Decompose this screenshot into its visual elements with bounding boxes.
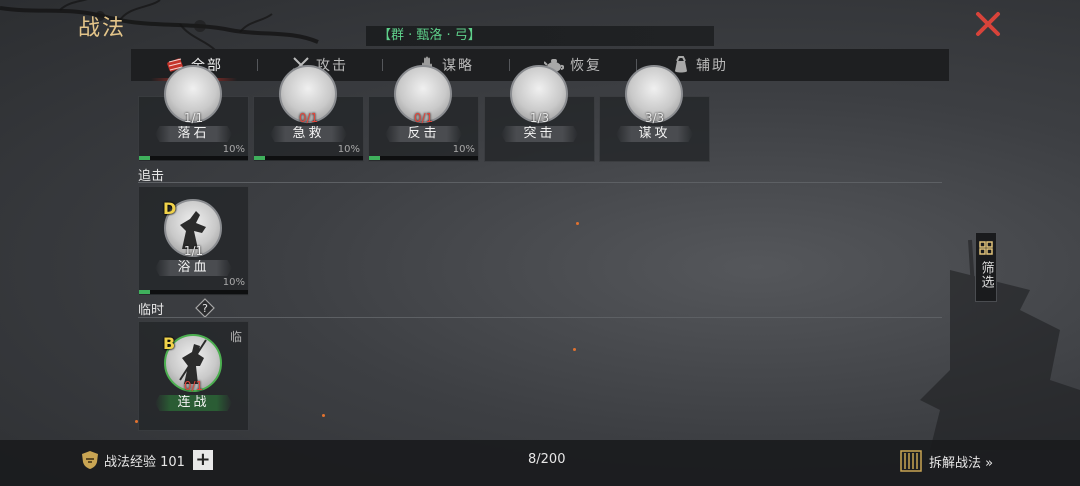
ember: [322, 414, 325, 417]
section-label-temporary: 临时: [138, 303, 165, 318]
temporary-tag: 临: [229, 330, 242, 344]
filter-button[interactable]: 筛选: [975, 232, 997, 302]
exp-label: 战法经验 101: [104, 454, 185, 470]
tactic-name: 落石: [155, 126, 232, 142]
tab-label: 辅助: [696, 58, 728, 74]
section-divider: [138, 182, 942, 183]
tactic-progress-bar: [139, 156, 248, 160]
tactic-progress-bar: [369, 156, 478, 160]
general-banner: 【群 · 甄洛 · 弓】: [366, 26, 714, 46]
tactic-count: 0/1: [298, 111, 319, 125]
tactic-count: 1/3: [529, 111, 550, 125]
tactic-count: 3/3: [644, 111, 665, 125]
grade-badge: D: [163, 199, 177, 218]
tactic-count: 1/1: [183, 244, 204, 258]
bamboo-scroll-icon: [900, 450, 922, 472]
disassemble-button[interactable]: 拆解战法 »: [898, 448, 993, 474]
close-button[interactable]: [974, 10, 1002, 38]
tactic-card-mougong[interactable]: 3/3 谋攻: [599, 65, 710, 162]
add-exp-button[interactable]: +: [192, 450, 213, 470]
exp-shield-icon: [82, 451, 98, 469]
tactic-percent: 10%: [222, 277, 245, 288]
tactic-progress-bar: [254, 156, 363, 160]
tactic-card-luoshi[interactable]: 1/1 落石 10%: [138, 65, 249, 162]
tactic-name: 急救: [270, 126, 347, 142]
tactic-name: 反击: [385, 126, 462, 142]
filter-label: 筛选: [978, 261, 994, 289]
page-title: 战法: [78, 16, 127, 41]
tactic-count: 0/1: [413, 111, 434, 125]
grid-icon: [979, 241, 993, 255]
grade-badge: B: [163, 334, 176, 353]
tactic-percent: 10%: [452, 144, 475, 155]
tactic-name: 连战: [155, 395, 232, 411]
tab-label: 恢复: [570, 58, 602, 74]
ember: [573, 348, 576, 351]
tactic-name: 浴血: [155, 260, 232, 276]
pouch-icon: [672, 56, 690, 74]
help-icon[interactable]: ?: [195, 298, 215, 318]
tactic-card-jijiu[interactable]: 0/1 急救 10%: [253, 65, 364, 162]
tactic-progress-bar: [139, 290, 248, 294]
tactic-capacity: 8/200: [528, 452, 566, 467]
tactic-percent: 10%: [337, 144, 360, 155]
tactic-exp: 战法经验 101 +: [80, 450, 213, 470]
tactic-count: 1/1: [183, 111, 204, 125]
tab-label: 谋略: [442, 58, 474, 74]
tactic-card-lianzhan[interactable]: B 临 0/1 连战: [138, 321, 249, 431]
section-divider: [138, 317, 942, 318]
tactic-percent: 10%: [222, 144, 245, 155]
tactic-card-yuxue[interactable]: D 1/1 浴血 10%: [138, 186, 249, 296]
tactic-card-tuji[interactable]: 1/3 突击: [484, 65, 595, 162]
tactic-name: 突击: [501, 126, 578, 142]
svg-text:?: ?: [202, 302, 208, 315]
tactic-name: 谋攻: [616, 126, 693, 142]
tactic-count: 0/1: [183, 379, 204, 393]
ember: [576, 222, 579, 225]
footer-bar: 战法经验 101 + 8/200 拆解战法 »: [0, 440, 1080, 486]
disassemble-label: 拆解战法 »: [929, 455, 994, 471]
tactic-card-fanji[interactable]: 0/1 反击 10%: [368, 65, 479, 162]
